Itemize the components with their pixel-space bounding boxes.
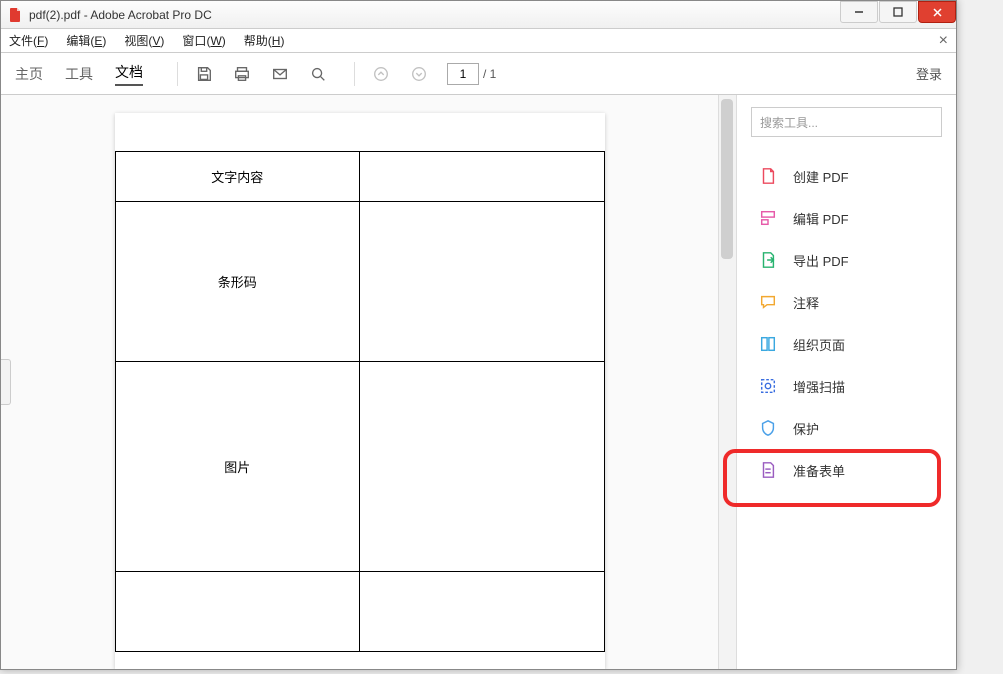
cell-value [360, 572, 605, 652]
edit-pdf-icon [757, 207, 779, 229]
login-button[interactable]: 登录 [916, 64, 942, 83]
page-down-icon[interactable] [405, 60, 433, 88]
enhance-scan-icon [757, 375, 779, 397]
tools-panel: 搜索工具... 创建 PDF 编辑 PDF 导出 PDF 注释 [736, 95, 956, 669]
document-table: 文字内容 条形码 图片 [115, 151, 605, 652]
cell-value [360, 202, 605, 362]
main-area: 文字内容 条形码 图片 [1, 95, 956, 669]
tool-organize-pages[interactable]: 组织页面 [751, 323, 942, 365]
close-doc-button[interactable]: × [939, 32, 948, 50]
menu-file[interactable]: 文件(F) [9, 32, 48, 49]
cell-label: 图片 [115, 362, 360, 572]
menu-window[interactable]: 窗口(W) [182, 32, 225, 49]
export-pdf-icon [757, 249, 779, 271]
tool-comment[interactable]: 注释 [751, 281, 942, 323]
vertical-scrollbar[interactable] [718, 95, 736, 669]
page-total-label: / 1 [483, 67, 496, 81]
table-row: 条形码 [115, 202, 604, 362]
tools-list: 创建 PDF 编辑 PDF 导出 PDF 注释 组织页面 [751, 155, 942, 491]
toolbar: 主页 工具 文档 / 1 登录 [1, 53, 956, 95]
cell-value [360, 152, 605, 202]
tool-label: 导出 PDF [793, 251, 849, 270]
create-pdf-icon [757, 165, 779, 187]
tool-edit-pdf[interactable]: 编辑 PDF [751, 197, 942, 239]
menubar: 文件(F) 编辑(E) 视图(V) 窗口(W) 帮助(H) × [1, 29, 956, 53]
comment-icon [757, 291, 779, 313]
close-button[interactable] [918, 1, 956, 23]
tab-home[interactable]: 主页 [15, 64, 43, 84]
scrollbar-thumb[interactable] [721, 99, 733, 259]
page-up-icon[interactable] [367, 60, 395, 88]
form-icon [757, 459, 779, 481]
table-row [115, 572, 604, 652]
menu-edit[interactable]: 编辑(E) [66, 32, 106, 49]
pdf-page: 文字内容 条形码 图片 [115, 113, 605, 669]
maximize-button[interactable] [879, 1, 917, 23]
tool-label: 注释 [793, 293, 819, 312]
search-icon[interactable] [304, 60, 332, 88]
acrobat-icon [7, 7, 23, 23]
tool-create-pdf[interactable]: 创建 PDF [751, 155, 942, 197]
tab-document[interactable]: 文档 [115, 62, 143, 86]
tool-export-pdf[interactable]: 导出 PDF [751, 239, 942, 281]
tool-label: 保护 [793, 419, 819, 438]
save-icon[interactable] [190, 60, 218, 88]
tool-protect[interactable]: 保护 [751, 407, 942, 449]
tool-label: 创建 PDF [793, 167, 849, 186]
table-row: 图片 [115, 362, 604, 572]
tool-label: 组织页面 [793, 335, 845, 354]
page-number-input[interactable] [447, 63, 479, 85]
tool-label: 准备表单 [793, 461, 845, 480]
cell-label: 条形码 [115, 202, 360, 362]
search-placeholder: 搜索工具... [760, 114, 818, 131]
tool-enhance-scan[interactable]: 增强扫描 [751, 365, 942, 407]
table-row: 文字内容 [115, 152, 604, 202]
tool-prepare-form[interactable]: 准备表单 [751, 449, 942, 491]
window-controls [840, 1, 956, 28]
search-tools-input[interactable]: 搜索工具... [751, 107, 942, 137]
panel-expand-handle[interactable] [1, 359, 11, 405]
menu-view[interactable]: 视图(V) [124, 32, 164, 49]
print-icon[interactable] [228, 60, 256, 88]
window-title: pdf(2).pdf - Adobe Acrobat Pro DC [29, 8, 840, 22]
separator [354, 62, 355, 86]
app-window: pdf(2).pdf - Adobe Acrobat Pro DC 文件(F) … [0, 0, 957, 670]
titlebar: pdf(2).pdf - Adobe Acrobat Pro DC [1, 1, 956, 29]
tool-label: 增强扫描 [793, 377, 845, 396]
separator [177, 62, 178, 86]
tab-tools[interactable]: 工具 [65, 64, 93, 84]
organize-icon [757, 333, 779, 355]
menu-help[interactable]: 帮助(H) [244, 32, 285, 49]
minimize-button[interactable] [840, 1, 878, 23]
tool-label: 编辑 PDF [793, 209, 849, 228]
mail-icon[interactable] [266, 60, 294, 88]
cell-label: 文字内容 [115, 152, 360, 202]
cell-value [360, 362, 605, 572]
document-view[interactable]: 文字内容 条形码 图片 [1, 95, 718, 669]
cell-label [115, 572, 360, 652]
protect-icon [757, 417, 779, 439]
